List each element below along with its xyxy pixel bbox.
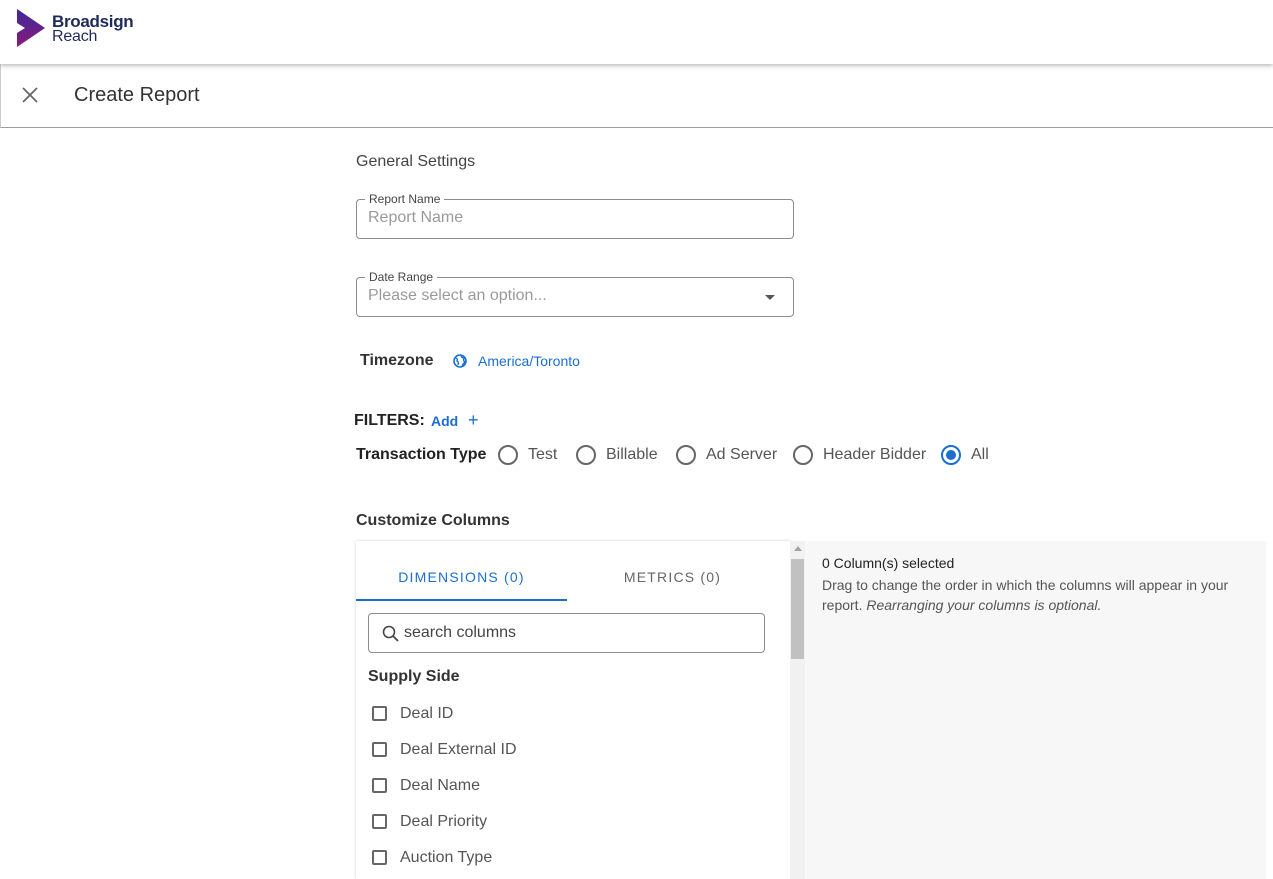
checkbox-label: Deal ID [400, 705, 454, 722]
radio-circle-selected [941, 445, 961, 465]
close-button[interactable] [19, 84, 41, 106]
radio-label: Ad Server [706, 446, 778, 463]
timezone-label: Timezone [360, 352, 434, 369]
add-filter-button[interactable]: Add [431, 413, 458, 429]
date-range-input[interactable] [368, 287, 768, 305]
scroll-up-arrow-icon[interactable] [794, 546, 802, 551]
broadsign-reach-logo[interactable]: Broadsign Reach [17, 9, 137, 49]
radio-circle [676, 445, 696, 465]
top-bar: Broadsign Reach [0, 0, 1273, 64]
checkbox [372, 814, 387, 829]
filters-label: FILTERS: [354, 412, 425, 429]
selected-columns-panel: 0 Column(s) selected Drag to change the … [805, 541, 1266, 879]
checkbox [372, 778, 387, 793]
checkbox-label: Auction Type [400, 849, 493, 866]
checkbox [372, 706, 387, 721]
checkbox [372, 742, 387, 757]
checkbox-label: Deal External ID [400, 741, 517, 758]
close-icon [22, 87, 38, 103]
checkbox-label: Deal Priority [400, 813, 488, 830]
chevron-down-icon [765, 295, 775, 300]
radio-label: Billable [606, 446, 658, 463]
globe-icon [453, 354, 467, 368]
selected-columns-count: 0 Column(s) selected [822, 555, 955, 571]
logo-chevron-icon [17, 9, 45, 47]
checkbox-label: Deal Name [400, 777, 481, 794]
scroll-thumb[interactable] [791, 559, 804, 659]
general-settings-title: General Settings [356, 153, 476, 170]
timezone-link[interactable]: America/Toronto [478, 353, 580, 369]
report-form: General Settings Report Name Date Range … [354, 128, 1273, 879]
columns-picker: DIMENSIONS (0) METRICS (0) Supply Side D… [356, 541, 790, 879]
radio-circle [793, 445, 813, 465]
brand-product: Reach [52, 28, 98, 45]
tab-dimensions[interactable]: DIMENSIONS (0) [356, 541, 567, 601]
tab-metrics[interactable]: METRICS (0) [567, 541, 778, 601]
transaction-type-label: Transaction Type [356, 446, 487, 463]
report-name-input[interactable] [368, 209, 768, 227]
date-range-label: Date Range [365, 270, 438, 284]
description-note: Rearranging your columns is optional. [866, 597, 1102, 613]
report-name-field[interactable]: Report Name [356, 192, 794, 239]
page-header: Create Report [0, 64, 1273, 128]
report-name-label: Report Name [365, 192, 445, 206]
selected-columns-description: Drag to change the order in which the co… [822, 575, 1252, 615]
add-filter-plus-icon[interactable]: + [468, 410, 479, 431]
customize-columns-title: Customize Columns [356, 512, 510, 529]
date-range-select[interactable]: Date Range [356, 270, 794, 317]
columns-panel: DIMENSIONS (0) METRICS (0) Supply Side D… [356, 541, 1266, 879]
checkbox [372, 850, 387, 865]
group-title-supply-side: Supply Side [368, 668, 460, 685]
radio-label: Test [528, 446, 558, 463]
search-columns-input[interactable] [404, 624, 744, 642]
radio-label: Header Bidder [823, 446, 927, 463]
radio-circle [576, 445, 596, 465]
search-icon [382, 625, 399, 642]
search-columns-field[interactable] [368, 613, 765, 653]
radio-label: All [971, 446, 989, 463]
columns-scrollbar[interactable] [790, 541, 805, 879]
radio-circle [498, 445, 518, 465]
page-title: Create Report [74, 84, 200, 106]
